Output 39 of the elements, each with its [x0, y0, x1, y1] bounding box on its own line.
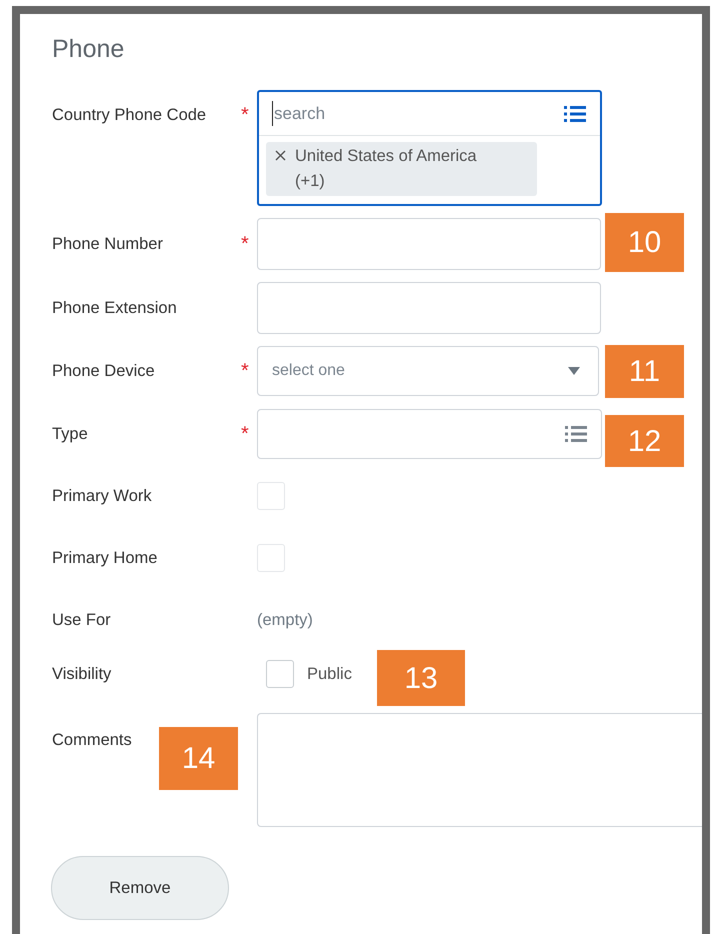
callout-badge: 12: [605, 415, 684, 467]
field-label: Phone Number: [52, 234, 163, 255]
list-icon[interactable]: [564, 104, 586, 122]
required-mark: *: [241, 105, 249, 125]
search-input[interactable]: search: [272, 100, 564, 126]
field-label: Comments: [52, 730, 132, 751]
checkbox-label: Public: [307, 664, 352, 685]
selected-chip[interactable]: United States of America (+1): [266, 142, 537, 196]
text-field[interactable]: [257, 282, 601, 334]
remove-button[interactable]: Remove: [51, 856, 229, 920]
required-mark: *: [241, 424, 249, 444]
country-code-field[interactable]: search United States of America (+1): [257, 90, 602, 206]
field-label: Primary Work: [52, 486, 152, 507]
prompt-field[interactable]: [257, 409, 602, 459]
remove-icon[interactable]: [275, 150, 286, 161]
required-mark: *: [241, 234, 249, 254]
field-label: Use For: [52, 610, 111, 631]
field-value: (empty): [257, 610, 313, 631]
callout-badge: 11: [605, 345, 684, 398]
required-mark: *: [241, 361, 249, 381]
text-field[interactable]: [257, 218, 601, 270]
callout-badge: 14: [159, 727, 238, 790]
field-label: Visibility: [52, 664, 112, 685]
checkbox[interactable]: [257, 482, 285, 510]
field-label: Phone Device: [52, 360, 155, 382]
field-label: Type: [52, 424, 88, 445]
comments-textarea[interactable]: [257, 713, 702, 827]
field-label: Country Phone Code: [52, 104, 206, 126]
checkbox[interactable]: [266, 660, 294, 688]
field-label: Primary Home: [52, 548, 158, 569]
list-icon[interactable]: [565, 425, 587, 443]
caret-icon: [568, 367, 580, 375]
section-title: Phone: [52, 34, 126, 64]
callout-badge: 10: [605, 213, 684, 272]
select-dropdown[interactable]: select one: [257, 346, 599, 396]
field-label: Phone Extension: [52, 298, 177, 319]
callout-badge: 13: [377, 650, 465, 706]
chip-label: United States of America (+1): [295, 146, 478, 192]
checkbox[interactable]: [257, 544, 285, 572]
